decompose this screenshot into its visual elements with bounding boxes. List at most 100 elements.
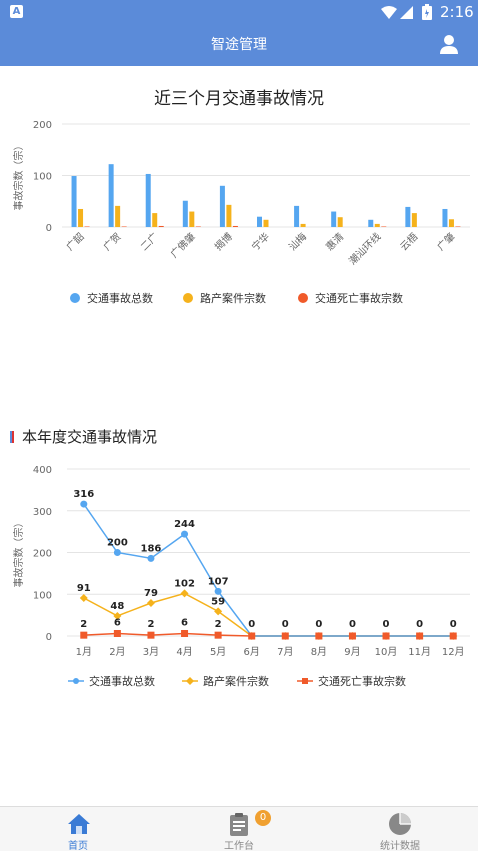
x-tick-label: 潮汕环线: [346, 230, 383, 267]
x-tick-label: 4月: [176, 646, 192, 658]
legend-marker: [73, 678, 79, 684]
y-tick-label: 200: [33, 549, 52, 560]
x-tick-label: 5月: [210, 646, 226, 658]
legend-marker: [183, 293, 193, 303]
bar: [189, 211, 195, 227]
data-label: 0: [315, 619, 322, 630]
data-label: 2: [147, 619, 154, 630]
bar: [448, 219, 454, 227]
y-tick-label: 400: [33, 465, 52, 476]
x-tick-label: 7月: [277, 646, 293, 658]
user-profile-icon[interactable]: [438, 33, 460, 55]
x-tick-label: 6月: [244, 646, 260, 658]
data-label: 0: [349, 619, 356, 630]
status-time: 2:16: [440, 3, 474, 21]
data-point: [181, 530, 189, 538]
y-tick-label: 0: [46, 223, 52, 234]
data-point: [348, 632, 356, 640]
data-label: 0: [282, 619, 289, 630]
data-label: 91: [77, 583, 91, 594]
data-label: 0: [248, 619, 255, 630]
bar: [84, 226, 90, 227]
home-icon: [68, 814, 90, 834]
y-axis-label: 事故宗数（宗）: [12, 518, 25, 588]
y-tick-label: 200: [33, 120, 52, 131]
data-point: [147, 631, 155, 639]
x-tick-label: 宁华: [249, 230, 272, 253]
data-label: 6: [114, 617, 121, 628]
bar: [381, 226, 387, 227]
x-tick-label: 云梧: [397, 230, 420, 253]
app-title: 智途管理: [211, 37, 267, 53]
workbench-badge: 0: [255, 810, 271, 826]
x-tick-label: 12月: [442, 646, 465, 658]
bar: [71, 176, 77, 227]
status-bar: A 2:16: [0, 0, 478, 24]
data-point: [281, 632, 289, 640]
data-label: 200: [107, 538, 128, 549]
bar: [442, 208, 448, 227]
x-tick-label: 10月: [375, 646, 398, 658]
x-tick-label: 9月: [344, 646, 360, 658]
data-label: 0: [450, 619, 457, 630]
bar: [115, 205, 121, 227]
bar: [411, 213, 417, 227]
x-tick-label: 1月: [76, 646, 92, 658]
bar: [405, 206, 411, 227]
app-header: 智途管理: [0, 24, 478, 66]
bar: [331, 211, 337, 227]
x-tick-label: 广肇: [434, 230, 457, 253]
clipboard-icon: [230, 813, 248, 836]
x-tick-label: 广贺: [101, 231, 124, 254]
data-point: [382, 632, 390, 640]
x-tick-label: 3月: [143, 646, 159, 658]
data-point: [181, 629, 189, 637]
bar: [263, 219, 269, 227]
data-point: [80, 631, 88, 639]
legend-label: 交通死亡事故宗数: [315, 291, 403, 305]
data-point: [416, 632, 424, 640]
tab-home[interactable]: 首页: [18, 807, 138, 852]
x-tick-label: 11月: [408, 646, 431, 658]
data-label: 186: [141, 543, 162, 554]
legend-marker: [186, 677, 194, 685]
bar: [226, 204, 232, 227]
bar: [300, 223, 306, 227]
wifi-icon: [381, 6, 397, 19]
data-label: 0: [383, 619, 390, 630]
legend-marker: [298, 293, 308, 303]
bar: [145, 173, 151, 227]
bar: [232, 225, 238, 227]
data-point: [147, 554, 155, 562]
data-point: [214, 631, 222, 639]
data-point: [113, 629, 121, 637]
bar: [195, 226, 201, 227]
bar: [337, 217, 343, 227]
accident-line-chart: 0100200300400事故宗数（宗）1月 2月 3月 4月 5月 6月 7月 8月 9月 10…: [12, 465, 470, 688]
data-label: 79: [144, 588, 158, 599]
data-label: 316: [73, 489, 94, 500]
tab-statistics[interactable]: 统计数据: [340, 807, 460, 852]
bar: [374, 223, 380, 227]
bar: [121, 226, 127, 227]
pie-chart-icon: [389, 813, 411, 835]
series-line: [83, 503, 454, 637]
x-tick-label: 二广: [138, 231, 161, 254]
data-point: [180, 589, 189, 598]
tab-workbench[interactable]: 工作台: [179, 807, 299, 852]
bar: [152, 213, 158, 227]
x-tick-label: 2月: [109, 646, 125, 658]
accident-bar-chart: 0 100 200 事故宗数（宗） 广韶 广贺 二广 广佛肇 揭博 宁华 汕梅 惠清 潮汕环线 云梧 广肇交…: [12, 120, 470, 305]
section-marker: [10, 431, 14, 443]
y-axis-label: 事故宗数（宗）: [12, 141, 25, 211]
x-tick-label: 惠清: [323, 230, 346, 253]
bar: [158, 225, 164, 227]
data-label: 2: [80, 619, 87, 630]
data-point: [248, 632, 256, 640]
data-label: 48: [110, 601, 124, 612]
x-tick-label: 广韶: [63, 230, 86, 253]
data-label: 102: [174, 578, 195, 589]
data-point: [214, 587, 222, 595]
data-label: 0: [416, 619, 423, 630]
legend-marker: [302, 678, 308, 684]
